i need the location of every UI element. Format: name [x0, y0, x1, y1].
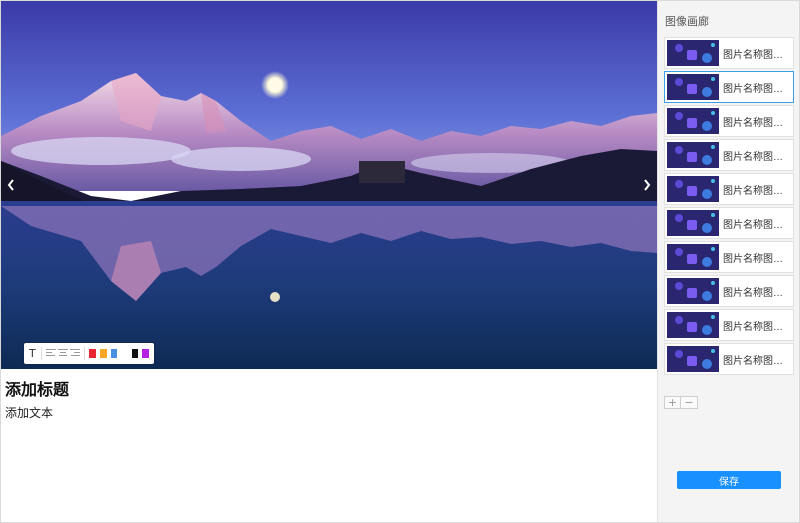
thumbnail-item[interactable]: 图片名称图片...	[664, 275, 794, 307]
thumbnail-label: 图片名称图片...	[723, 49, 789, 61]
add-image-button[interactable]: +	[664, 396, 681, 409]
chevron-left-icon	[7, 179, 14, 191]
thumbnail-label: 图片名称图片...	[723, 287, 789, 299]
main-image	[1, 1, 657, 369]
thumbnail-item[interactable]: 图片名称图片...	[664, 309, 794, 341]
thumbnail-item[interactable]: 图片名称图片...	[664, 343, 794, 375]
thumbnail-label: 图片名称图片...	[723, 117, 789, 129]
thumbnail-image	[667, 312, 719, 338]
thumbnail-image	[667, 244, 719, 270]
thumbnail-item[interactable]: 图片名称图片...	[664, 37, 794, 69]
gallery-controls: + −	[664, 396, 698, 409]
align-left-icon[interactable]	[45, 347, 56, 361]
thumbnail-item[interactable]: 图片名称图片...	[664, 139, 794, 171]
thumbnail-item[interactable]: 图片名称图片...	[664, 241, 794, 273]
color-swatch-purple[interactable]	[142, 349, 150, 358]
thumbnail-label: 图片名称图片...	[723, 151, 789, 163]
text-tool-button[interactable]: T	[28, 347, 37, 361]
color-swatch-red[interactable]	[89, 349, 96, 358]
chevron-right-icon	[644, 179, 651, 191]
thumbnail-image	[667, 74, 719, 100]
caption-text[interactable]: 添加文本	[5, 404, 53, 421]
gallery-title: 图像画廊	[665, 16, 709, 28]
align-center-icon[interactable]	[57, 347, 68, 361]
thumbnail-image	[667, 346, 719, 372]
thumbnail-item[interactable]: 图片名称图片...	[664, 173, 794, 205]
prev-image-button[interactable]	[3, 171, 19, 199]
thumbnail-item[interactable]: 图片名称图片...	[664, 105, 794, 137]
thumbnail-image	[667, 278, 719, 304]
color-swatch-orange[interactable]	[99, 349, 107, 358]
thumbnail-image	[667, 176, 719, 202]
thumbnail-label: 图片名称图片...	[723, 321, 789, 333]
caption-title[interactable]: 添加标题	[5, 376, 69, 400]
thumbnail-label: 图片名称图片...	[723, 219, 789, 231]
thumbnail-image	[667, 210, 719, 236]
next-image-button[interactable]	[639, 171, 655, 199]
save-button[interactable]: 保存	[677, 471, 781, 489]
toolbar-divider	[83, 347, 85, 360]
thumbnail-list: 图片名称图片... 图片名称图片... 图片名称图片... 图片名称图片... …	[664, 37, 794, 377]
text-format-toolbar: T	[24, 343, 154, 364]
thumbnail-label: 图片名称图片...	[723, 253, 789, 265]
remove-image-button[interactable]: −	[681, 396, 698, 409]
align-right-icon[interactable]	[69, 347, 80, 361]
thumbnail-image	[667, 108, 719, 134]
thumbnail-image	[667, 142, 719, 168]
color-swatch-white[interactable]	[121, 349, 128, 358]
thumbnail-item[interactable]: 图片名称图片...	[664, 207, 794, 239]
toolbar-divider	[40, 347, 42, 360]
image-viewer	[1, 1, 657, 369]
color-swatch-blue[interactable]	[110, 349, 118, 358]
thumbnail-label: 图片名称图片...	[723, 355, 789, 367]
thumbnail-label: 图片名称图片...	[723, 83, 789, 95]
gallery-sidebar: 图像画廊 图片名称图片... 图片名称图片... 图片名称图片... 图片名称图…	[657, 1, 799, 522]
color-swatch-black[interactable]	[131, 349, 139, 358]
thumbnail-image	[667, 40, 719, 66]
thumbnail-item[interactable]: 图片名称图片...	[664, 71, 794, 103]
thumbnail-label: 图片名称图片...	[723, 185, 789, 197]
